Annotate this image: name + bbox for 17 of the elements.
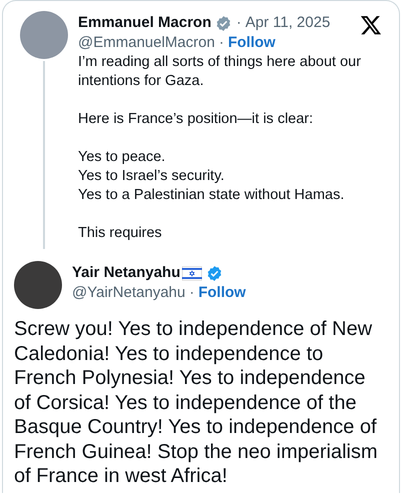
user-handle[interactable]: @YairNetanyahu <box>72 283 186 303</box>
tweet-text: Yes to peace. Yes to Israel’s security. Yes to a Palestinian state without Hamas. <box>78 148 346 205</box>
tweet-text: I’m reading all sorts of things here about our intentions for Gaza. <box>78 53 362 91</box>
user-handle[interactable]: @EmmanuelMacron <box>78 33 215 53</box>
x-logo-icon[interactable] <box>360 14 382 36</box>
user-name[interactable]: Emmanuel Macron <box>78 13 212 33</box>
tweet-text: Here is France’s position—it is clear: <box>78 110 314 129</box>
user-name[interactable]: Yair Netanyahu <box>72 263 180 283</box>
tweet-text: Screw you! Yes to independence of New Caledonia! Yes to independence to French Polynesia! Yes to independence of Corsica! Yes to independence of the Basque Country! Yes to independence of French Guinea! Stop the neo imperialism of France in west Africa! <box>14 317 379 488</box>
separator-dot: · <box>236 13 242 33</box>
tweet-date[interactable]: Apr 11, 2025 <box>245 13 330 33</box>
separator-dot: · <box>189 283 194 303</box>
follow-link[interactable]: Follow <box>198 283 246 303</box>
follow-link[interactable]: Follow <box>228 33 276 53</box>
separator-dot: · <box>218 33 224 53</box>
tweet-text: This requires <box>78 224 163 243</box>
avatar[interactable] <box>14 261 62 309</box>
